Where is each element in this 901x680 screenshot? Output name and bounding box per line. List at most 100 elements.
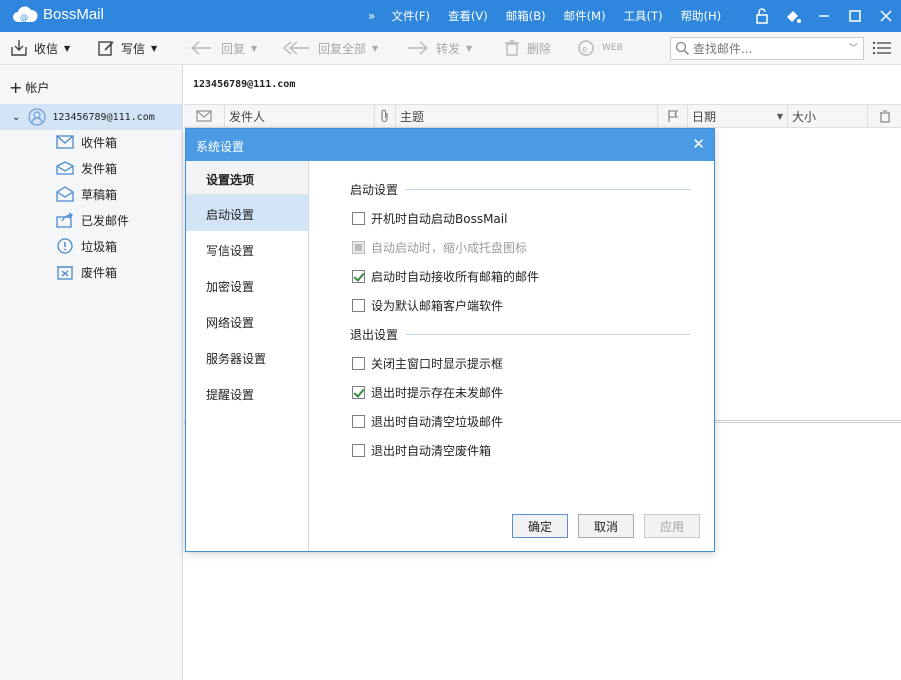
column-read-status[interactable] [184,105,224,127]
column-delete[interactable] [867,105,901,127]
list-menu-icon[interactable] [873,41,891,55]
maximize-icon[interactable] [839,0,870,32]
section-divider [406,333,690,335]
checkbox[interactable] [352,443,365,457]
menu-file[interactable]: 文件(F) [391,8,430,24]
folder-sent[interactable]: 已发邮件 [56,210,129,230]
checkbox[interactable] [352,356,365,370]
dropdown-arrow-icon[interactable]: ▼ [466,44,472,53]
folder-inbox[interactable]: 收件箱 [56,132,117,152]
column-size[interactable]: 大小 [787,105,867,127]
menu-mailbox[interactable]: 邮箱(B) [506,8,546,24]
section-title: 启动设置 [350,182,399,197]
compose-button[interactable]: 写信 ▼ [97,38,157,58]
search-input[interactable] [693,40,843,57]
folder-drafts[interactable]: 草稿箱 [56,184,117,204]
checkbox[interactable] [352,385,365,399]
section-divider [406,188,690,190]
window-controls [746,0,901,32]
reply-all-icon [282,41,309,55]
nav-network[interactable]: 网络设置 [186,303,308,339]
account-name: 123456789@111.com [52,111,155,123]
delete-button[interactable]: 删除 [503,38,551,58]
warning-icon [57,238,73,254]
column-attachment[interactable] [374,105,395,127]
apply-button[interactable]: 应用 [644,514,700,538]
column-sender[interactable]: 发件人 [224,105,374,127]
option-autostart[interactable]: 开机时自动启动BossMail [352,209,507,227]
close-icon[interactable] [870,0,901,32]
reply-all-button[interactable]: 回复全部 ▼ [282,38,378,58]
svg-text:e: e [582,45,588,55]
paperclip-icon [381,109,388,123]
folder-trash[interactable]: 废件箱 [56,262,117,282]
column-flag[interactable] [657,105,687,127]
settings-nav: 设置选项 启动设置 写信设置 加密设置 网络设置 服务器设置 提醒设置 [186,161,309,551]
dropdown-arrow-icon[interactable]: ▼ [151,44,157,53]
folder-spam[interactable]: 垃圾箱 [56,236,117,256]
search-box[interactable]: ﹀ [670,37,864,60]
dropdown-arrow-icon[interactable]: ▼ [372,44,378,53]
nav-encryption[interactable]: 加密设置 [186,267,308,303]
main-header: 123456789@111.com [184,66,901,104]
option-unsent-prompt[interactable]: 退出时提示存在未发邮件 [352,383,503,401]
skin-icon[interactable] [777,0,808,32]
ok-button[interactable]: 确定 [512,514,568,538]
plus-icon: + [9,78,23,97]
checkbox[interactable] [352,211,365,225]
column-size-label: 大小 [792,109,817,124]
option-clear-trash[interactable]: 退出时自动清空废件箱 [352,441,491,459]
expand-caret-icon[interactable]: ⌄ [12,112,20,123]
nav-server[interactable]: 服务器设置 [186,339,308,375]
dropdown-arrow-icon[interactable]: ▼ [64,44,70,53]
menu-help[interactable]: 帮助(H) [681,8,722,24]
folder-label: 草稿箱 [81,187,118,202]
folder-label: 废件箱 [81,265,118,280]
cancel-button[interactable]: 取消 [578,514,634,538]
user-avatar-icon [28,108,46,126]
minimize-icon[interactable] [808,0,839,32]
column-date[interactable]: 日期 ▼ [687,105,787,127]
reply-label: 回复 [221,41,246,56]
nav-reminder[interactable]: 提醒设置 [186,375,308,411]
option-label: 启动时自动接收所有邮箱的邮件 [371,269,540,284]
dropdown-arrow-icon[interactable]: ▼ [251,44,257,53]
option-close-prompt[interactable]: 关闭主窗口时显示提示框 [352,354,503,372]
add-account-button[interactable]: + 帐户 [9,78,49,97]
checkbox[interactable] [352,240,365,254]
receive-button[interactable]: 收信 ▼ [10,38,70,58]
settings-dialog: 系统设置 ✕ 设置选项 启动设置 写信设置 加密设置 网络设置 服务器设置 提醒… [185,128,715,552]
settings-body: 启动设置 开机时自动启动BossMail 自动启动时，缩小成托盘图标 启动时自动… [310,161,714,551]
folder-outbox[interactable]: 发件箱 [56,158,117,178]
checkbox[interactable] [352,298,365,312]
web-button[interactable]: e WEB [576,38,623,58]
account-item[interactable]: ⌄ 123456789@111.com [0,104,182,130]
nav-startup[interactable]: 启动设置 [186,195,308,231]
column-subject[interactable]: 主题 [395,105,657,127]
option-default-client[interactable]: 设为默认邮箱客户端软件 [352,296,503,314]
folder-label: 收件箱 [81,135,118,150]
option-receive-on-start[interactable]: 启动时自动接收所有邮箱的邮件 [352,267,539,285]
lock-icon[interactable] [746,0,777,32]
chevron-down-icon[interactable]: ﹀ [849,41,858,54]
option-clear-spam[interactable]: 退出时自动清空垃圾邮件 [352,412,503,430]
checkbox[interactable] [352,269,365,283]
section-title: 退出设置 [350,327,399,342]
reply-button[interactable]: 回复 ▼ [189,38,257,58]
forward-button[interactable]: 转发 ▼ [404,38,472,58]
close-icon[interactable]: ✕ [692,135,705,153]
reply-all-label: 回复全部 [318,41,367,56]
option-minimize-tray[interactable]: 自动启动时，缩小成托盘图标 [352,238,527,256]
menu-tools[interactable]: 工具(T) [624,8,663,24]
settings-nav-header: 设置选项 [186,161,308,195]
menu-view[interactable]: 查看(V) [448,8,488,24]
web-label: WEB [602,43,623,53]
compose-label: 写信 [121,41,146,56]
menu-mail[interactable]: 邮件(M) [564,8,606,24]
checkbox[interactable] [352,414,365,428]
trash-icon [505,40,519,56]
forward-label: 转发 [436,41,461,56]
nav-compose[interactable]: 写信设置 [186,231,308,267]
double-chevron-icon[interactable]: » [368,9,375,23]
option-label: 退出时自动清空垃圾邮件 [371,414,504,429]
